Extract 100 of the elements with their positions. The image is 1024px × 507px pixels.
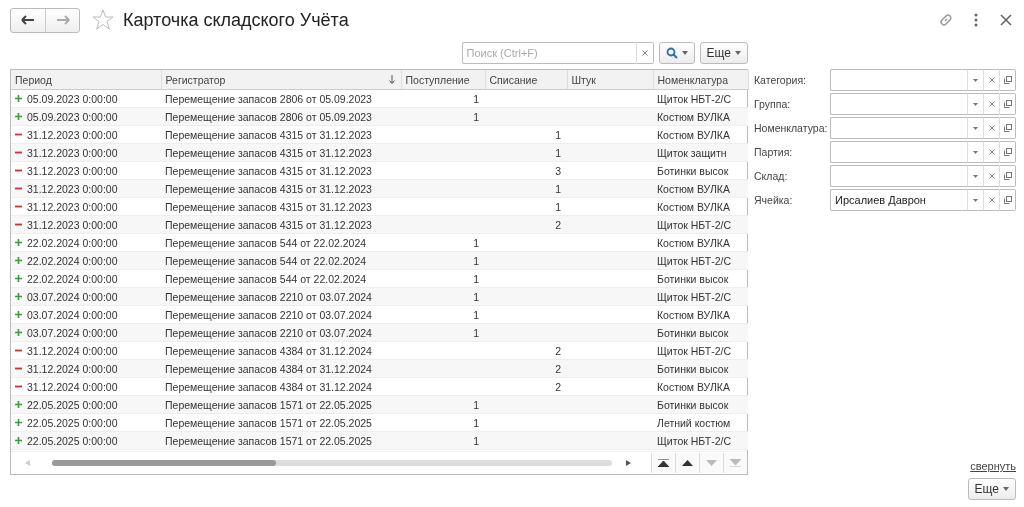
table-cell: Ботинки высок (657, 272, 729, 285)
column-header[interactable]: Поступление (401, 70, 485, 90)
field-label: Номенклатура: (754, 122, 829, 134)
table-cell: 1 (473, 110, 479, 123)
field-label: Ячейка: (754, 194, 794, 206)
field-label: Склад: (754, 170, 789, 182)
table-cell: 1 (473, 308, 479, 321)
dropdown-icon[interactable] (973, 78, 978, 82)
column-header[interactable]: Регистратор (161, 70, 401, 90)
table-cell: Щиток НБТ-2/С (657, 290, 731, 303)
table-cell: 1 (473, 434, 479, 447)
table-cell: Перемещение запасов 4315 от 31.12.2023 (165, 164, 372, 177)
open-icon[interactable] (1003, 76, 1012, 84)
dropdown-icon[interactable] (973, 126, 978, 130)
up-triangle-icon (682, 460, 693, 466)
table-cell: 1 (555, 146, 561, 159)
table-cell: 3 (555, 164, 561, 177)
column-header[interactable]: Штук (567, 70, 653, 90)
table-cell: Перемещение запасов 2210 от 03.07.2024 (165, 326, 372, 339)
column-header[interactable]: Период (11, 70, 161, 90)
table-cell: Костюм ВУЛКА (657, 110, 730, 123)
table-cell: Перемещение запасов 1571 от 22.05.2025 (165, 398, 372, 411)
table-cell: Костюм ВУЛКА (657, 128, 730, 141)
dropdown-icon[interactable] (973, 198, 978, 202)
clear-icon[interactable] (988, 173, 995, 179)
right-arrow-icon (55, 15, 70, 25)
open-icon[interactable] (1003, 148, 1012, 156)
table-cell: Перемещение запасов 2210 от 03.07.2024 (165, 290, 372, 303)
table-cell: 22.05.2025 0:00:00 (27, 434, 118, 447)
table-cell: Перемещение запасов 1571 от 22.05.2025 (165, 416, 372, 429)
caret-icon (681, 51, 688, 55)
more-button[interactable]: Еще (699, 42, 748, 64)
favorite-star-icon[interactable] (92, 9, 114, 31)
open-icon[interactable] (1003, 100, 1012, 108)
table-cell: Перемещение запасов 4315 от 31.12.2023 (165, 146, 372, 159)
table-cell: Ботинки высок (657, 326, 729, 339)
table-cell: 05.09.2023 0:00:00 (27, 110, 118, 123)
dropdown-icon[interactable] (973, 150, 978, 154)
table-cell: Перемещение запасов 4384 от 31.12.2024 (165, 344, 372, 357)
table-cell: 31.12.2024 0:00:00 (27, 380, 118, 393)
input-field[interactable] (830, 117, 967, 139)
table-cell: Перемещение запасов 544 от 22.02.2024 (165, 236, 367, 249)
search-button[interactable] (658, 42, 695, 64)
table-cell: 1 (473, 272, 479, 285)
dropdown-icon[interactable] (973, 102, 978, 106)
horizontal-scrollbar[interactable] (52, 460, 612, 466)
table-cell: 1 (473, 290, 479, 303)
table-cell: 22.02.2024 0:00:00 (27, 272, 118, 285)
table-cell: Перемещение запасов 4315 от 31.12.2023 (165, 200, 372, 213)
close-icon[interactable] (998, 12, 1014, 28)
more-button[interactable]: Еще (967, 478, 1016, 500)
table-cell: Перемещение запасов 4384 от 31.12.2024 (165, 380, 372, 393)
table-cell: Летний костюм (657, 416, 731, 429)
clear-icon[interactable] (988, 77, 995, 83)
previous-page-button[interactable] (675, 453, 699, 473)
field-label: Категория: (754, 74, 807, 86)
down-triangle-icon (706, 460, 717, 466)
search-field[interactable]: Поиск (Ctrl+F) (461, 42, 636, 64)
clear-icon[interactable] (988, 125, 995, 131)
table-cell: 22.05.2025 0:00:00 (27, 398, 118, 411)
table-cell: Костюм ВУЛКА (657, 182, 730, 195)
table-cell: Костюм ВУЛКА (657, 380, 730, 393)
table-cell: 2 (555, 362, 561, 375)
clear-icon[interactable] (988, 197, 995, 203)
link-icon[interactable] (938, 12, 954, 28)
scroll-right-icon[interactable] (626, 460, 631, 466)
clear-icon[interactable] (988, 149, 995, 155)
table-cell: Костюм ВУЛКА (657, 236, 730, 249)
table-cell: 22.05.2025 0:00:00 (27, 416, 118, 429)
input-field[interactable] (830, 141, 967, 163)
table-cell: 31.12.2023 0:00:00 (27, 164, 118, 177)
collapse-link[interactable]: свернуть (970, 460, 1016, 472)
clear-icon[interactable] (988, 101, 995, 107)
column-header[interactable]: Списание (485, 70, 567, 90)
table-cell: Щиток НБТ-2/С (657, 218, 731, 231)
open-icon[interactable] (1003, 172, 1012, 180)
table-cell: 31.12.2023 0:00:00 (27, 218, 118, 231)
last-page-icon (730, 459, 741, 467)
input-field[interactable] (830, 69, 967, 91)
table-cell: Перемещение запасов 2210 от 03.07.2024 (165, 308, 372, 321)
column-header[interactable]: Номенклатура (653, 70, 748, 90)
table-cell: Ботинки высок (657, 362, 729, 375)
search-icon (665, 47, 678, 59)
table-cell: 03.07.2024 0:00:00 (27, 308, 118, 321)
open-icon[interactable] (1003, 124, 1012, 132)
table-cell: Щиток НБТ-2/С (657, 434, 731, 447)
table-cell: Щиток НБТ-2/С (657, 254, 731, 267)
dropdown-icon[interactable] (973, 174, 978, 178)
input-field[interactable] (830, 93, 967, 115)
field-label: Партия: (754, 146, 794, 158)
open-icon[interactable] (1003, 196, 1012, 204)
table-cell: 1 (555, 200, 561, 213)
input-field[interactable] (830, 165, 967, 187)
first-page-button[interactable] (651, 453, 675, 473)
table-cell: 1 (555, 182, 561, 195)
table-cell: 03.07.2024 0:00:00 (27, 290, 118, 303)
caret-icon (1003, 487, 1009, 491)
table-cell: 1 (473, 92, 479, 105)
clear-icon[interactable] (641, 50, 648, 56)
input-field[interactable]: Ирсалиев Даврон (830, 189, 967, 211)
